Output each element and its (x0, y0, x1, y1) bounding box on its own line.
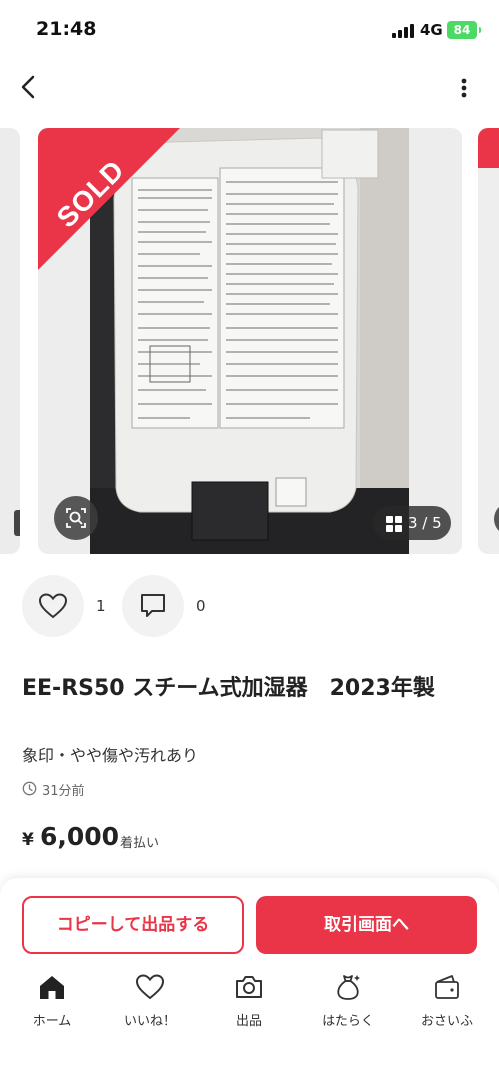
product-subtitle: 象印・やや傷や汚れあり (22, 746, 199, 765)
heart-icon (135, 974, 165, 1000)
status-time: 21:48 (36, 18, 97, 40)
money-bag-icon (337, 975, 360, 1000)
posted-time-label: 31分前 (42, 784, 85, 799)
image-search-button[interactable] (54, 496, 98, 540)
sold-ribbon (38, 128, 180, 270)
camera-icon (236, 976, 262, 998)
wallet-icon (435, 975, 459, 999)
tab-home[interactable]: ホーム (12, 972, 92, 1036)
current-image-card[interactable]: SOLD 3 / 5 (38, 128, 462, 554)
lens-search-icon (66, 508, 86, 528)
currency-symbol: ¥ (22, 830, 34, 850)
shipping-note: 着払い (120, 836, 160, 851)
next-image-card[interactable] (478, 128, 499, 554)
network-label: 4G (420, 21, 443, 39)
image-counter: 3 / 5 (408, 514, 442, 532)
transaction-screen-button[interactable]: 取引画面へ (256, 896, 477, 954)
price-value: 6,000 (40, 822, 120, 851)
chevron-left-icon (21, 75, 35, 99)
tab-label-home: ホーム (32, 1014, 72, 1029)
previous-image-card[interactable] (0, 128, 20, 554)
image-counter-badge[interactable]: 3 / 5 (373, 506, 451, 540)
comment-icon (141, 594, 165, 617)
status-bar: 21:48 4G 84 (0, 0, 499, 60)
like-count: 1 (96, 597, 106, 615)
like-button[interactable] (22, 575, 84, 637)
comment-button[interactable] (122, 575, 184, 637)
signal-icon (392, 24, 414, 38)
battery-icon: 84 (447, 21, 481, 39)
tab-label-wallet: おさいふ (420, 1014, 473, 1029)
tab-sell[interactable]: 出品 (209, 972, 289, 1036)
tab-wallet[interactable]: おさいふ (407, 972, 487, 1036)
clock-icon (22, 781, 37, 796)
back-button[interactable] (14, 72, 44, 102)
tab-likes[interactable]: いいね！ (110, 972, 190, 1036)
grid-icon (386, 516, 402, 532)
image-carousel[interactable]: SOLD 3 / 5 (0, 128, 499, 554)
tab-work[interactable]: はたらく (308, 972, 388, 1036)
product-title: EE-RS50 スチーム式加湿器 2023年製 (22, 676, 435, 701)
more-vertical-icon (461, 78, 467, 98)
more-options-button[interactable] (452, 74, 476, 102)
heart-icon (38, 593, 68, 619)
home-icon (40, 976, 64, 999)
comment-count: 0 (196, 597, 206, 615)
tab-label-work: はたらく (322, 1014, 374, 1029)
copy-listing-button[interactable]: コピーして出品する (22, 896, 244, 954)
tab-label-sell: 出品 (235, 1014, 262, 1029)
tab-label-likes: いいね！ (123, 1014, 176, 1029)
